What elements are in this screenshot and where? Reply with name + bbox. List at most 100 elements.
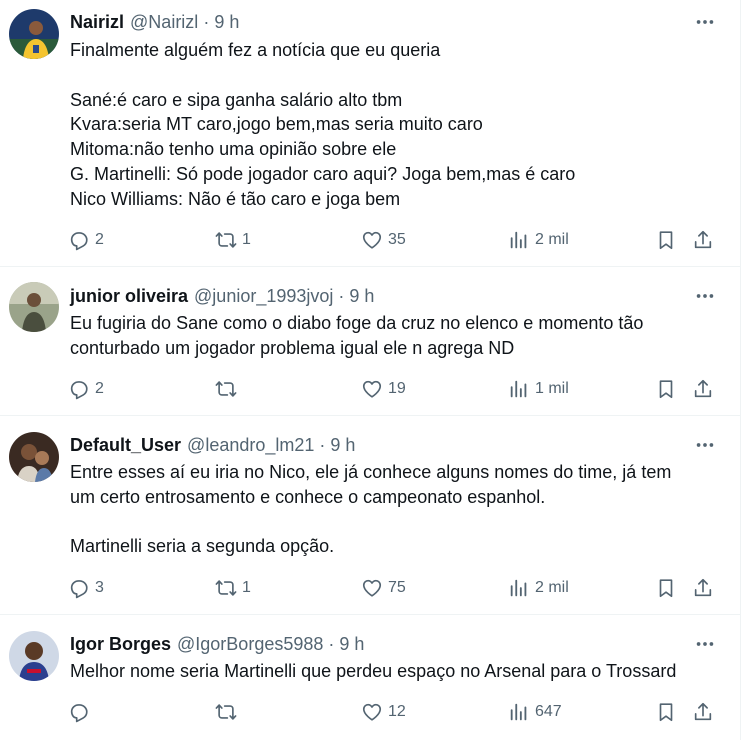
tweet-text-line: Entre esses aí eu iria no Nico, ele já c… (70, 462, 672, 482)
author-handle[interactable]: @junior_1993jvoj (194, 286, 333, 307)
views-icon (508, 229, 530, 251)
share-button[interactable] (692, 223, 714, 257)
author-name[interactable]: Nairizl (70, 12, 124, 33)
tweet-header: Nairizl @Nairizl · 9 h (70, 11, 696, 33)
repost-count: 1 (242, 579, 251, 596)
repost-icon (215, 701, 237, 723)
more-horizontal-icon (694, 285, 716, 307)
tweet-actions: 12 647 (60, 695, 728, 729)
repost-button[interactable]: 1 (215, 571, 251, 605)
bookmark-icon (655, 229, 677, 251)
like-count: 12 (388, 703, 406, 720)
views-count: 647 (535, 703, 562, 720)
bookmark-button[interactable] (655, 223, 677, 257)
share-button[interactable] (692, 372, 714, 406)
views-button[interactable]: 2 mil (508, 223, 569, 257)
like-count: 75 (388, 579, 406, 596)
like-button[interactable]: 19 (361, 372, 406, 406)
views-button[interactable]: 1 mil (508, 372, 569, 406)
like-count: 35 (388, 231, 406, 248)
like-count: 19 (388, 380, 406, 397)
avatar[interactable] (9, 432, 59, 482)
reply-count: 2 (95, 231, 104, 248)
reply-button[interactable]: 3 (68, 571, 104, 605)
more-horizontal-icon (694, 633, 716, 655)
author-name[interactable]: Igor Borges (70, 634, 171, 655)
tweet-text-line: Melhor nome seria Martinelli que perdeu … (70, 661, 677, 681)
tweet-text-line (70, 63, 724, 88)
reply-icon (68, 229, 90, 251)
reply-button[interactable]: 2 (68, 372, 104, 406)
share-icon (692, 701, 714, 723)
views-button[interactable]: 2 mil (508, 571, 569, 605)
repost-count: 1 (242, 231, 251, 248)
tweet-text-line: G. Martinelli: Só pode jogador caro aqui… (70, 163, 576, 184)
like-button[interactable]: 12 (361, 695, 406, 729)
share-button[interactable] (692, 695, 714, 729)
tweet-actions: 2 19 1 mil (60, 372, 728, 406)
more-options-button[interactable] (690, 434, 720, 456)
tweet-text: Entre esses aí eu iria no Nico, ele já c… (70, 460, 724, 559)
tweet-text-line: Kvara:seria MT caro,jogo bem,mas seria m… (70, 114, 483, 135)
timestamp[interactable]: 9 h (330, 435, 355, 456)
timestamp[interactable]: 9 h (214, 12, 239, 33)
share-icon (692, 229, 714, 251)
separator-dot: · (319, 434, 326, 455)
author-name[interactable]: junior oliveira (70, 286, 188, 307)
tweet-text-line: Sané:é caro e sipa ganha salário alto tb… (70, 89, 403, 110)
repost-button[interactable] (215, 372, 242, 406)
reply-count: 2 (95, 380, 104, 397)
separator-dot: · (338, 285, 345, 306)
views-count: 1 mil (535, 380, 569, 397)
bookmark-button[interactable] (655, 695, 677, 729)
reply-button[interactable]: 2 (68, 223, 104, 257)
tweet-text: Melhor nome seria Martinelli que perdeu … (70, 659, 724, 684)
tweet-text-line: conturbado um jogador problema igual ele… (70, 337, 515, 358)
bookmark-icon (655, 701, 677, 723)
tweet[interactable]: Default_User @leandro_lm21 · 9 h Entre e… (0, 416, 741, 615)
tweet[interactable]: Igor Borges @IgorBorges5988 · 9 h Melhor… (0, 615, 741, 740)
heart-icon (361, 378, 383, 400)
bookmark-icon (655, 577, 677, 599)
author-handle[interactable]: @Nairizl (130, 12, 198, 33)
timestamp[interactable]: 9 h (339, 634, 364, 655)
tweet-header: Default_User @leandro_lm21 · 9 h (70, 434, 696, 456)
tweet-header: junior oliveira @junior_1993jvoj · 9 h (70, 285, 696, 307)
reply-icon (68, 577, 90, 599)
like-button[interactable]: 75 (361, 571, 406, 605)
tweet-text: Eu fugiria do Sane como o diabo foge da … (70, 311, 724, 361)
heart-icon (361, 577, 383, 599)
reply-icon (68, 378, 90, 400)
share-button[interactable] (692, 571, 714, 605)
tweet[interactable]: Nairizl @Nairizl · 9 h Finalmente alguém… (0, 0, 741, 267)
heart-icon (361, 701, 383, 723)
avatar[interactable] (9, 631, 59, 681)
timestamp[interactable]: 9 h (349, 286, 374, 307)
author-handle[interactable]: @leandro_lm21 (187, 435, 314, 456)
bookmark-icon (655, 378, 677, 400)
bookmark-button[interactable] (655, 571, 677, 605)
reply-button[interactable] (68, 695, 95, 729)
more-options-button[interactable] (690, 11, 720, 33)
separator-dot: · (203, 11, 210, 32)
more-horizontal-icon (694, 434, 716, 456)
like-button[interactable]: 35 (361, 223, 406, 257)
repost-button[interactable]: 1 (215, 223, 251, 257)
tweet-text-line: Martinelli seria a segunda opção. (70, 536, 335, 557)
repost-icon (215, 378, 237, 400)
avatar[interactable] (9, 282, 59, 332)
author-name[interactable]: Default_User (70, 435, 181, 456)
views-icon (508, 577, 530, 599)
views-button[interactable]: 647 (508, 695, 562, 729)
bookmark-button[interactable] (655, 372, 677, 406)
tweet[interactable]: junior oliveira @junior_1993jvoj · 9 h E… (0, 267, 741, 416)
tweet-text-line: Eu fugiria do Sane como o diabo foge da … (70, 313, 644, 333)
views-count: 2 mil (535, 579, 569, 596)
repost-button[interactable] (215, 695, 242, 729)
share-icon (692, 378, 714, 400)
avatar[interactable] (9, 9, 59, 59)
more-options-button[interactable] (690, 633, 720, 655)
more-options-button[interactable] (690, 285, 720, 307)
author-handle[interactable]: @IgorBorges5988 (177, 634, 323, 655)
tweet-text-line (70, 510, 724, 535)
